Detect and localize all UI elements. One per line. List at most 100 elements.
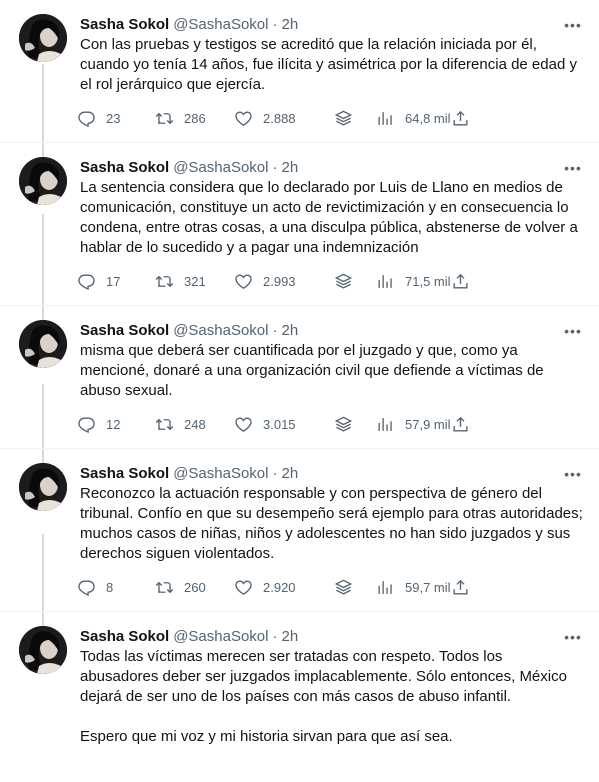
separator: · <box>272 464 278 482</box>
like-button[interactable]: 3.015 <box>234 415 334 434</box>
avatar[interactable] <box>19 463 67 511</box>
more-icon[interactable]: ••• <box>563 16 583 34</box>
views-count: 57,9 mil <box>405 416 451 432</box>
action-bar: 8 260 2.920 59,7 mil <box>77 576 583 598</box>
tweet-header: Sasha Sokol @SashaSokol · 2h <box>80 463 583 483</box>
timestamp[interactable]: 2h <box>281 465 298 482</box>
avatar[interactable] <box>19 320 67 368</box>
reply-button[interactable]: 12 <box>77 415 155 434</box>
author-name[interactable]: Sasha Sokol <box>80 465 169 482</box>
views-count: 59,7 mil <box>405 579 451 595</box>
retweet-button[interactable]: 286 <box>155 109 234 128</box>
tweet-header: Sasha Sokol @SashaSokol · 2h <box>80 320 583 340</box>
heart-icon <box>235 110 252 126</box>
tweet[interactable]: ••• Sasha Sokol @SashaSokol · 2h Con las… <box>0 0 599 143</box>
retweet-button[interactable]: 248 <box>155 415 234 434</box>
reply-icon <box>78 110 95 127</box>
share-icon <box>453 579 468 595</box>
tweet-header: Sasha Sokol @SashaSokol · 2h <box>80 14 583 34</box>
share-icon <box>453 273 468 289</box>
like-count: 2.920 <box>263 579 296 595</box>
stack-icon <box>334 416 353 432</box>
reply-button[interactable]: 8 <box>77 578 155 597</box>
separator: · <box>272 15 278 33</box>
tweet[interactable]: ••• Sasha Sokol @SashaSokol · 2h misma q… <box>0 306 599 449</box>
like-count: 2.888 <box>263 110 296 126</box>
reply-count: 23 <box>106 110 121 126</box>
more-icon[interactable]: ••• <box>563 322 583 340</box>
reply-count: 17 <box>106 273 121 289</box>
like-button[interactable]: 2.888 <box>234 109 334 128</box>
author-name[interactable]: Sasha Sokol <box>80 322 169 339</box>
heart-icon <box>235 273 252 289</box>
action-bar: 12 248 3.015 57,9 mil <box>77 413 583 435</box>
retweet-count: 286 <box>184 110 206 126</box>
share-icon <box>453 110 468 126</box>
heart-icon <box>235 579 252 595</box>
like-count: 3.015 <box>263 416 296 432</box>
tweet-text: Reconozco la actuación responsable y con… <box>80 485 587 562</box>
views-button[interactable]: 59,7 mil <box>376 578 451 597</box>
retweet-count: 321 <box>184 273 206 289</box>
more-icon[interactable]: ••• <box>563 628 583 646</box>
like-button[interactable]: 2.993 <box>234 272 334 291</box>
views-button[interactable]: 71,5 mil <box>376 272 451 291</box>
reply-count: 12 <box>106 416 121 432</box>
author-handle[interactable]: @SashaSokol <box>173 159 268 176</box>
views-button[interactable]: 64,8 mil <box>376 109 451 128</box>
author-handle[interactable]: @SashaSokol <box>173 16 268 33</box>
share-button[interactable] <box>451 415 470 434</box>
retweet-button[interactable]: 321 <box>155 272 234 291</box>
reply-button[interactable]: 23 <box>77 109 155 128</box>
share-button[interactable] <box>451 272 470 291</box>
author-handle[interactable]: @SashaSokol <box>173 322 268 339</box>
timestamp[interactable]: 2h <box>281 322 298 339</box>
separator: · <box>272 321 278 339</box>
timestamp[interactable]: 2h <box>281 628 298 645</box>
author-handle[interactable]: @SashaSokol <box>173 465 268 482</box>
views-icon <box>378 111 392 125</box>
bookmark-stack-button[interactable] <box>334 415 376 434</box>
reply-icon <box>78 579 95 596</box>
tweet[interactable]: ••• Sasha Sokol @SashaSokol · 2h Reconoz… <box>0 449 599 612</box>
share-button[interactable] <box>451 109 470 128</box>
retweet-count: 260 <box>184 579 206 595</box>
like-button[interactable]: 2.920 <box>234 578 334 597</box>
timestamp[interactable]: 2h <box>281 16 298 33</box>
avatar[interactable] <box>19 157 67 205</box>
more-icon[interactable]: ••• <box>563 159 583 177</box>
reply-count: 8 <box>106 579 114 595</box>
bookmark-stack-button[interactable] <box>334 272 376 291</box>
action-bar: 23 286 2.888 64,8 mil <box>77 107 583 129</box>
avatar[interactable] <box>19 14 67 62</box>
reply-button[interactable]: 17 <box>77 272 155 291</box>
separator: · <box>272 158 278 176</box>
tweet-text: Todas las víctimas merecen ser tratadas … <box>80 648 567 745</box>
share-icon <box>453 416 468 432</box>
views-icon <box>378 274 392 288</box>
share-button[interactable] <box>451 578 470 597</box>
tweet-text: misma que deberá ser cuantificada por el… <box>80 342 548 399</box>
retweet-button[interactable]: 260 <box>155 578 234 597</box>
bookmark-stack-button[interactable] <box>334 109 376 128</box>
retweet-icon <box>155 275 174 287</box>
tweet[interactable]: ••• Sasha Sokol @SashaSokol · 2h Todas l… <box>0 612 599 747</box>
action-bar: 17 321 2.993 71,5 mil <box>77 270 583 292</box>
reply-icon <box>78 273 95 290</box>
tweet-text: La sentencia considera que lo declarado … <box>80 179 582 256</box>
stack-icon <box>334 579 353 595</box>
retweet-icon <box>155 581 174 593</box>
avatar[interactable] <box>19 626 67 674</box>
bookmark-stack-button[interactable] <box>334 578 376 597</box>
views-count: 64,8 mil <box>405 110 451 126</box>
views-button[interactable]: 57,9 mil <box>376 415 451 434</box>
timestamp[interactable]: 2h <box>281 159 298 176</box>
reply-icon <box>78 416 95 433</box>
author-name[interactable]: Sasha Sokol <box>80 159 169 176</box>
author-name[interactable]: Sasha Sokol <box>80 628 169 645</box>
more-icon[interactable]: ••• <box>563 465 583 483</box>
tweet[interactable]: ••• Sasha Sokol @SashaSokol · 2h La sent… <box>0 143 599 306</box>
views-icon <box>378 417 392 431</box>
author-name[interactable]: Sasha Sokol <box>80 16 169 33</box>
author-handle[interactable]: @SashaSokol <box>173 628 268 645</box>
